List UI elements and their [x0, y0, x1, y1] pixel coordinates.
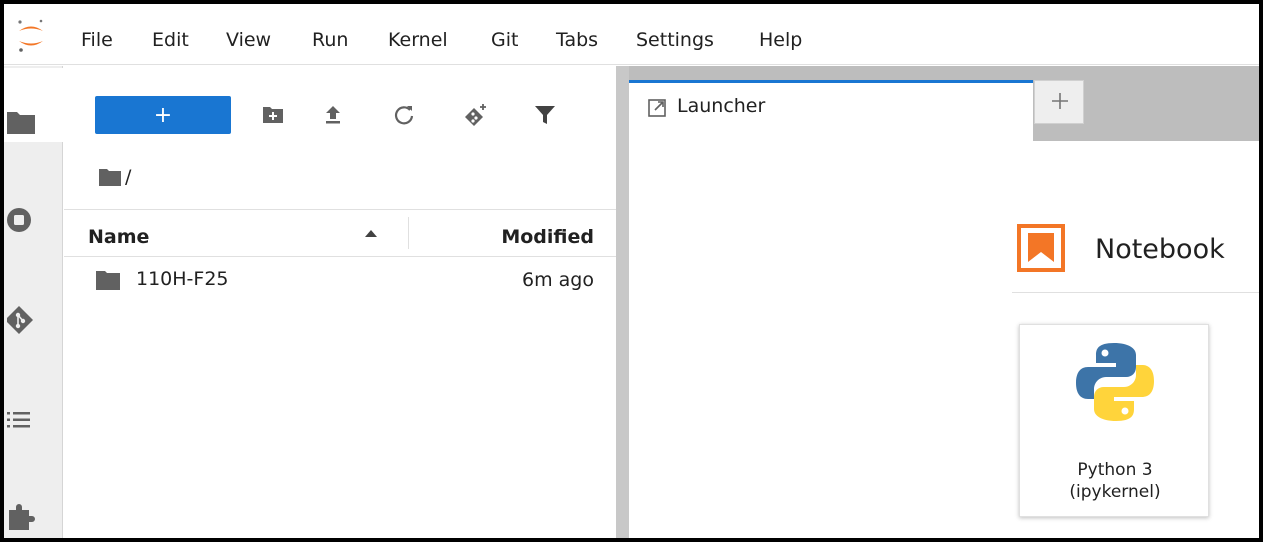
- menu-bar: File Edit View Run Kernel Git Tabs Setti…: [4, 4, 1259, 65]
- panel-splitter[interactable]: [616, 66, 629, 538]
- kernel-card-label: Python 3 (ipykernel): [1069, 460, 1161, 502]
- menu-file[interactable]: File: [81, 29, 113, 51]
- plus-icon: [1052, 93, 1068, 109]
- menu-settings[interactable]: Settings: [636, 29, 714, 51]
- new-launcher-button[interactable]: +: [95, 96, 231, 134]
- new-folder-icon[interactable]: [260, 102, 286, 128]
- launcher-icon: [648, 99, 666, 117]
- main-dock-area: Launcher Notebook Python 3 (ipykernel): [629, 66, 1259, 538]
- tab-label: Launcher: [677, 95, 766, 117]
- tab-launcher[interactable]: Launcher: [629, 80, 1033, 141]
- upload-icon[interactable]: [320, 102, 346, 128]
- file-list-header: Name Modified: [64, 209, 616, 257]
- python-logo-icon: [1076, 343, 1154, 421]
- folder-icon[interactable]: [7, 108, 35, 136]
- jupyter-logo-icon[interactable]: [16, 18, 46, 54]
- column-header-modified[interactable]: Modified: [501, 226, 594, 248]
- filter-icon[interactable]: [532, 102, 558, 128]
- menu-kernel[interactable]: Kernel: [388, 29, 448, 51]
- table-of-contents-icon[interactable]: [7, 406, 35, 434]
- extension-puzzle-icon[interactable]: [7, 502, 35, 530]
- left-activity-bar: [4, 66, 63, 538]
- menu-tabs[interactable]: Tabs: [556, 29, 598, 51]
- tab-bar: Launcher: [629, 66, 1259, 141]
- kernel-card-python3[interactable]: Python 3 (ipykernel): [1019, 324, 1209, 517]
- file-browser-panel: + / Name Modified 110H-F25 6m ago: [64, 66, 616, 538]
- running-stop-icon[interactable]: [7, 206, 35, 234]
- refresh-icon[interactable]: [391, 102, 417, 128]
- file-modified: 6m ago: [522, 269, 594, 291]
- git-clone-icon[interactable]: [464, 102, 490, 128]
- menu-view[interactable]: View: [226, 29, 271, 51]
- file-list-item[interactable]: 110H-F25 6m ago: [64, 262, 616, 302]
- notebook-section-icon: [1017, 224, 1065, 272]
- add-tab-button[interactable]: [1034, 80, 1084, 124]
- menu-help[interactable]: Help: [759, 29, 802, 51]
- column-divider[interactable]: [408, 217, 409, 249]
- column-header-name[interactable]: Name: [88, 226, 149, 248]
- git-icon[interactable]: [7, 306, 35, 334]
- section-divider: [1012, 292, 1259, 293]
- breadcrumb-path[interactable]: /: [125, 166, 131, 188]
- file-name: 110H-F25: [136, 268, 229, 290]
- menu-git[interactable]: Git: [491, 29, 518, 51]
- jupyterlab-window: File Edit View Run Kernel Git Tabs Setti…: [4, 4, 1259, 538]
- sort-ascending-icon[interactable]: [364, 228, 378, 238]
- menu-edit[interactable]: Edit: [152, 29, 189, 51]
- folder-icon: [96, 271, 120, 290]
- menu-run[interactable]: Run: [312, 29, 348, 51]
- launcher-section-title: Notebook: [1095, 234, 1225, 265]
- home-folder-icon[interactable]: [99, 168, 121, 186]
